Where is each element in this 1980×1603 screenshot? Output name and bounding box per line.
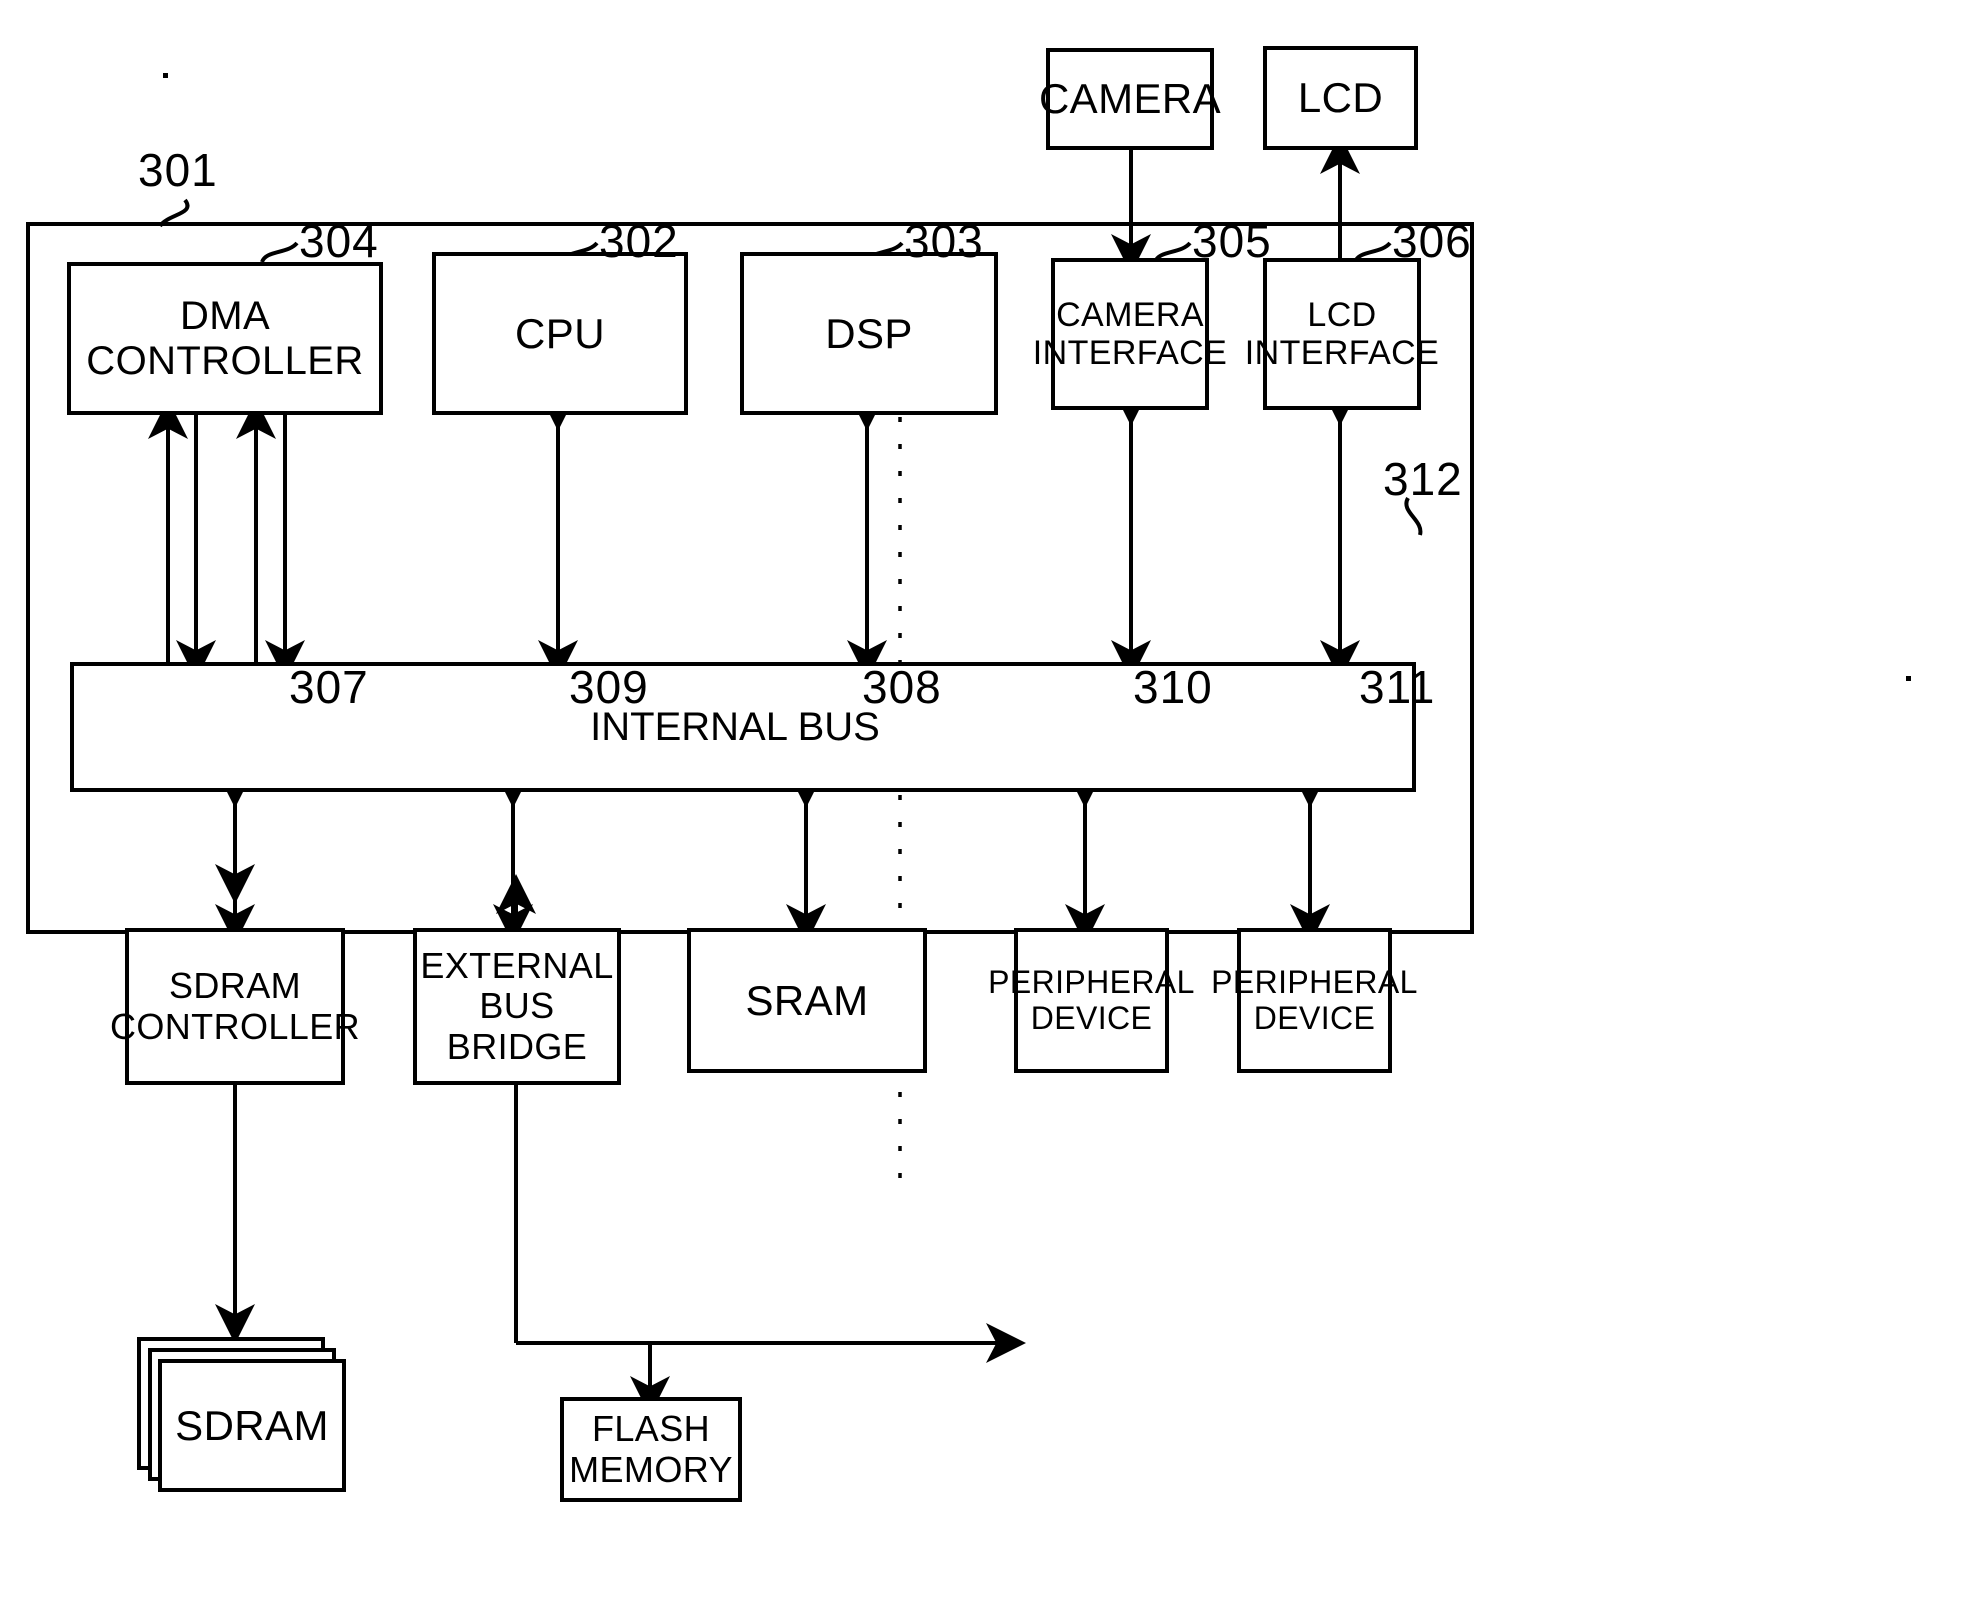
block-lcd-interface[interactable]: LCD INTERFACE: [1245, 258, 1439, 410]
ref-309: 309: [569, 660, 649, 714]
ref-303: 303: [904, 214, 984, 268]
ref-310: 310: [1133, 660, 1213, 714]
block-dma-controller-label: DMA CONTROLLER: [86, 293, 364, 383]
ref-307-text: 307: [289, 661, 369, 713]
scan-artifact-dot-2: [1906, 676, 1911, 681]
ref-304-text: 304: [299, 215, 379, 267]
block-lcd[interactable]: LCD: [1263, 46, 1418, 150]
block-dma-controller[interactable]: DMA CONTROLLER: [67, 262, 383, 415]
ref-304: 304: [299, 214, 379, 268]
block-external-bus-bridge[interactable]: EXTERNAL BUS BRIDGE: [413, 928, 621, 1085]
ref-308-text: 308: [862, 661, 942, 713]
block-peripheral-device-1-label: PERIPHERAL DEVICE: [988, 963, 1195, 1036]
ref-308: 308: [862, 660, 942, 714]
block-cpu-label: CPU: [515, 309, 605, 357]
block-lcd-label: LCD: [1297, 74, 1384, 122]
ref-302: 302: [599, 214, 679, 268]
ref-301: 301: [138, 143, 218, 197]
block-camera-label: CAMERA: [1038, 75, 1222, 123]
block-cpu[interactable]: CPU: [432, 252, 688, 415]
ref-301-text: 301: [138, 144, 218, 196]
figure-canvas: CAMERA LCD DMA CONTROLLER CPU DSP CAMERA…: [0, 0, 1980, 1603]
ref-305: 305: [1192, 214, 1272, 268]
ref-311-text: 311: [1359, 661, 1436, 713]
block-camera[interactable]: CAMERA: [1039, 48, 1221, 150]
block-sdram-controller[interactable]: SDRAM CONTROLLER: [110, 928, 360, 1085]
block-sdram-label: SDRAM: [175, 1401, 329, 1449]
ref-306: 306: [1392, 214, 1472, 268]
ref-309-text: 309: [569, 661, 649, 713]
ref-307: 307: [289, 660, 369, 714]
ref-310-text: 310: [1133, 661, 1213, 713]
block-camera-interface[interactable]: CAMERA INTERFACE: [1033, 258, 1227, 410]
ref-312-text: 312: [1383, 453, 1463, 505]
block-lcd-interface-label: LCD INTERFACE: [1244, 295, 1440, 372]
ref-312: 312: [1383, 452, 1463, 506]
block-sdram[interactable]: SDRAM: [158, 1359, 346, 1492]
block-sdram-controller-label: SDRAM CONTROLLER: [109, 965, 361, 1047]
block-sram-label: SRAM: [745, 976, 869, 1024]
block-sram[interactable]: SRAM: [687, 928, 927, 1073]
ref-302-text: 302: [599, 215, 679, 267]
block-peripheral-device-2[interactable]: PERIPHERAL DEVICE: [1211, 928, 1417, 1073]
block-camera-interface-label: CAMERA INTERFACE: [1032, 295, 1228, 372]
block-dsp-label: DSP: [825, 309, 913, 357]
ref-303-text: 303: [904, 215, 984, 267]
block-peripheral-device-1[interactable]: PERIPHERAL DEVICE: [988, 928, 1194, 1073]
ref-306-text: 306: [1392, 215, 1472, 267]
block-internal-bus[interactable]: INTERNAL BUS: [70, 662, 1416, 792]
ref-311: 311: [1359, 660, 1435, 714]
block-peripheral-device-2-label: PERIPHERAL DEVICE: [1211, 963, 1418, 1036]
block-dsp[interactable]: DSP: [740, 252, 998, 415]
scan-artifact-dot-1: [163, 73, 168, 78]
block-flash-memory[interactable]: FLASH MEMORY: [560, 1397, 742, 1502]
ref-305-text: 305: [1192, 215, 1272, 267]
block-external-bus-bridge-label: EXTERNAL BUS BRIDGE: [420, 945, 614, 1067]
block-flash-memory-label: FLASH MEMORY: [569, 1408, 733, 1490]
